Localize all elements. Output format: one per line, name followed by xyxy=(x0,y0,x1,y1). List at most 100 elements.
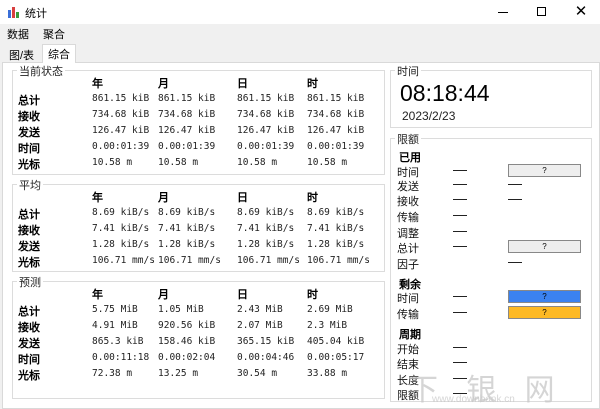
quota-label: 时间 xyxy=(397,293,419,305)
cell-value: 2.07 MiB xyxy=(237,320,283,331)
column-header: 月 xyxy=(158,192,169,204)
tab-summary[interactable]: 综合 xyxy=(42,44,76,63)
dash-value xyxy=(453,246,467,247)
quota-group-title: 限额 xyxy=(395,131,421,147)
quota-section-header: 周期 xyxy=(399,329,421,341)
cell-value: 0.00:01:39 xyxy=(307,141,365,152)
cell-value: 8.69 kiB/s xyxy=(158,207,216,218)
cell-value: 734.68 kiB xyxy=(92,109,150,120)
row-label: 时间 xyxy=(18,354,40,366)
cell-value: 2.43 MiB xyxy=(237,304,283,315)
row-label: 发送 xyxy=(18,127,40,139)
cell-value: 734.68 kiB xyxy=(158,109,216,120)
quota-button[interactable]: ? xyxy=(508,240,581,253)
dash-value xyxy=(453,199,467,200)
dash-value xyxy=(453,362,467,363)
title-bar: 统计 ✕ xyxy=(0,0,600,24)
row-label: 发送 xyxy=(18,338,40,350)
tab-chart-table[interactable]: 图/表 xyxy=(4,46,39,63)
row-label: 总计 xyxy=(18,306,40,318)
quota-label: 调整 xyxy=(397,228,419,240)
cell-value: 7.41 kiB/s xyxy=(158,223,216,234)
cell-value: 2.69 MiB xyxy=(307,304,353,315)
row-label: 发送 xyxy=(18,241,40,253)
cell-value: 10.58 m xyxy=(92,157,133,168)
cell-value: 158.46 kiB xyxy=(158,336,216,347)
cell-value: 1.05 MiB xyxy=(158,304,204,315)
dash-value xyxy=(508,262,522,263)
quota-section-header: 已用 xyxy=(399,152,421,164)
current-group-title: 当前状态 xyxy=(17,63,65,79)
column-header: 月 xyxy=(158,289,169,301)
quota-label: 开始 xyxy=(397,344,419,356)
maximize-icon xyxy=(537,7,546,16)
cell-value: 126.47 kiB xyxy=(92,125,150,136)
cell-value: 7.41 kiB/s xyxy=(237,223,295,234)
cell-value: 10.58 m xyxy=(307,157,348,168)
cell-value: 861.15 kiB xyxy=(92,93,150,104)
cell-value: 126.47 kiB xyxy=(158,125,216,136)
forecast-group-title: 预测 xyxy=(17,274,43,290)
cell-value: 126.47 kiB xyxy=(307,125,365,136)
cell-value: 405.04 kiB xyxy=(307,336,365,347)
cell-value: 8.69 kiB/s xyxy=(237,207,295,218)
column-header: 年 xyxy=(92,192,103,204)
average-group-title: 平均 xyxy=(17,177,43,193)
cell-value: 1.28 kiB/s xyxy=(237,239,295,250)
dash-value xyxy=(453,347,467,348)
cell-value: 0.00:01:39 xyxy=(237,141,295,152)
quota-label: 因子 xyxy=(397,259,419,271)
row-label: 接收 xyxy=(18,322,40,334)
dash-value xyxy=(453,215,467,216)
cell-value: 734.68 kiB xyxy=(237,109,295,120)
cell-value: 10.58 m xyxy=(237,157,278,168)
row-label: 总计 xyxy=(18,209,40,221)
cell-value: 106.71 mm/s xyxy=(158,255,221,266)
close-icon: ✕ xyxy=(574,3,588,20)
row-label: 光标 xyxy=(18,257,40,269)
column-header: 日 xyxy=(237,78,248,90)
close-button[interactable]: ✕ xyxy=(562,0,600,24)
quota-label: 接收 xyxy=(397,196,419,208)
dash-value xyxy=(508,184,522,185)
cell-value: 865.3 kiB xyxy=(92,336,144,347)
cell-value: 861.15 kiB xyxy=(307,93,365,104)
quota-label: 总计 xyxy=(397,243,419,255)
column-header: 日 xyxy=(237,192,248,204)
column-header: 时 xyxy=(307,192,318,204)
quota-label: 传输 xyxy=(397,309,419,321)
dash-value xyxy=(453,231,467,232)
cell-value: 106.71 mm/s xyxy=(92,255,155,266)
minimize-button[interactable] xyxy=(484,0,522,24)
cell-value: 2.3 MiB xyxy=(307,320,348,331)
menu-aggregate[interactable]: 聚合 xyxy=(43,26,65,42)
dash-value xyxy=(508,199,522,200)
row-label: 接收 xyxy=(18,225,40,237)
menu-bar: 数据 聚合 xyxy=(0,24,600,43)
clock-date: 2023/2/23 xyxy=(402,109,456,123)
dash-value xyxy=(453,296,467,297)
cell-value: 734.68 kiB xyxy=(307,109,365,120)
clock-time: 08:18:44 xyxy=(400,80,490,106)
clock-group-title: 时间 xyxy=(395,63,421,79)
row-label: 时间 xyxy=(18,143,40,155)
cell-value: 5.75 MiB xyxy=(92,304,138,315)
maximize-button[interactable] xyxy=(522,0,562,24)
menu-data[interactable]: 数据 xyxy=(7,26,29,42)
dash-value xyxy=(453,184,467,185)
cell-value: 0.00:01:39 xyxy=(158,141,216,152)
quota-button[interactable]: ? xyxy=(508,306,581,319)
cell-value: 920.56 kiB xyxy=(158,320,216,331)
quota-label: 传输 xyxy=(397,212,419,224)
quota-button[interactable]: ? xyxy=(508,164,581,177)
cell-value: 0.00:04:46 xyxy=(237,352,295,363)
cell-value: 30.54 m xyxy=(237,368,278,379)
cell-value: 8.69 kiB/s xyxy=(307,207,365,218)
column-header: 日 xyxy=(237,289,248,301)
column-header: 时 xyxy=(307,289,318,301)
cell-value: 0.00:02:04 xyxy=(158,352,216,363)
cell-value: 0.00:11:18 xyxy=(92,352,150,363)
column-header: 月 xyxy=(158,78,169,90)
quota-button[interactable]: ? xyxy=(508,290,581,303)
cell-value: 13.25 m xyxy=(158,368,199,379)
